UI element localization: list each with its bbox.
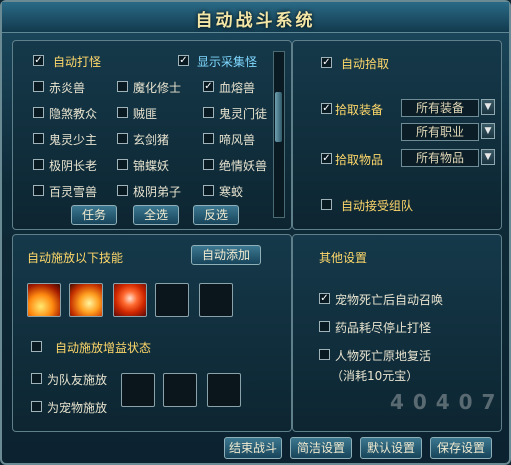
- monster-checkbox[interactable]: [117, 159, 128, 170]
- skill-slot-2[interactable]: [69, 283, 103, 317]
- end-fight-button[interactable]: 结束战斗: [224, 437, 282, 459]
- save-settings-button[interactable]: 保存设置: [430, 437, 492, 459]
- equip-dropdown[interactable]: 所有装备: [401, 99, 479, 117]
- stop-fight-checkbox[interactable]: [319, 321, 330, 332]
- monster-checkbox[interactable]: [117, 133, 128, 144]
- other-heading: 其他设置: [319, 251, 368, 265]
- monster-checkbox[interactable]: [33, 185, 44, 196]
- monster-checkbox[interactable]: [117, 81, 128, 92]
- buff-slot-1[interactable]: [121, 373, 155, 407]
- monster-label: 鬼灵少主: [49, 133, 98, 147]
- job-dropdown-arrow[interactable]: ▼: [481, 123, 495, 139]
- monster-checkbox[interactable]: [33, 159, 44, 170]
- invert-select-button[interactable]: 反选: [193, 205, 239, 225]
- for-team-label: 为队友施放: [47, 373, 108, 387]
- monster-label: 贼匪: [133, 107, 158, 121]
- auto-battle-window: 自动战斗系统 自动打怪 显示采集怪 赤炎兽 魔化修士 血熔兽隐煞教众 贼匪 鬼灵门徒鬼灵…: [0, 0, 511, 465]
- monster-label: 血熔兽: [219, 81, 256, 95]
- monster-checkbox[interactable]: [203, 185, 214, 196]
- monster-label: 极阴弟子: [133, 185, 182, 199]
- select-all-button[interactable]: 全选: [133, 205, 179, 225]
- monster-label: 玄剑猪: [133, 133, 170, 147]
- monster-label: 绝情妖兽: [219, 159, 268, 173]
- skill-panel: 自动施放以下技能 自动添加 自动施放增益状态 为队友施放 为宠物施放: [12, 234, 292, 432]
- monster-label: 赤炎兽: [49, 81, 86, 95]
- items-dropdown-arrow[interactable]: ▼: [481, 149, 495, 165]
- monster-checkbox[interactable]: [33, 133, 44, 144]
- monster-checkbox[interactable]: [33, 81, 44, 92]
- skill-slot-5[interactable]: [199, 283, 233, 317]
- buff-slot-2[interactable]: [163, 373, 197, 407]
- items-dropdown[interactable]: 所有物品: [401, 149, 479, 167]
- auto-pick-checkbox[interactable]: [321, 57, 332, 68]
- monster-scrollbar[interactable]: [273, 51, 285, 218]
- monster-checkbox[interactable]: [203, 107, 214, 118]
- pet-summon-checkbox[interactable]: [319, 293, 330, 304]
- skill-slot-1[interactable]: [27, 283, 61, 317]
- monster-checkbox[interactable]: [117, 185, 128, 196]
- auto-add-button[interactable]: 自动添加: [191, 245, 261, 265]
- buff-state-checkbox[interactable]: [31, 341, 42, 352]
- simple-settings-button[interactable]: 简洁设置: [290, 437, 352, 459]
- equip-dropdown-arrow[interactable]: ▼: [481, 99, 495, 115]
- stop-fight-label: 药品耗尽停止打怪: [335, 321, 432, 335]
- show-gather-checkbox[interactable]: [178, 55, 189, 66]
- auto-team-label: 自动接受组队: [341, 199, 414, 213]
- default-settings-button[interactable]: 默认设置: [360, 437, 422, 459]
- for-team-checkbox[interactable]: [31, 373, 42, 384]
- skill-slot-3[interactable]: [113, 283, 147, 317]
- for-pet-label: 为宠物施放: [47, 401, 108, 415]
- monster-panel: 自动打怪 显示采集怪 赤炎兽 魔化修士 血熔兽隐煞教众 贼匪 鬼灵门徒鬼灵少主 玄剑猪 啼风…: [12, 40, 292, 230]
- for-pet-checkbox[interactable]: [31, 401, 42, 412]
- pickup-panel: 自动拾取 拾取装备 所有装备 ▼ 所有职业 ▼ 拾取物品 所有物品 ▼ 自动接受…: [292, 40, 502, 230]
- skill-slot-4[interactable]: [155, 283, 189, 317]
- auto-pick-label: 自动拾取: [341, 57, 390, 71]
- monster-label: 隐煞教众: [49, 107, 98, 121]
- pet-summon-label: 宠物死亡后自动召唤: [335, 293, 444, 307]
- buff-slot-3[interactable]: [207, 373, 241, 407]
- skill-heading: 自动施放以下技能: [27, 251, 124, 265]
- auto-team-checkbox[interactable]: [321, 199, 332, 210]
- monster-checkbox[interactable]: [203, 81, 214, 92]
- buff-state-label: 自动施放增益状态: [55, 341, 152, 355]
- revive-checkbox[interactable]: [319, 349, 330, 360]
- revive-cost: （消耗10元宝）: [331, 369, 419, 383]
- select-task-button[interactable]: 任务: [71, 205, 117, 225]
- scrollbar-thumb[interactable]: [275, 92, 282, 142]
- pick-equip-label: 拾取装备: [335, 103, 384, 117]
- monster-label: 魔化修士: [133, 81, 182, 95]
- monster-label: 极阴长老: [49, 159, 98, 173]
- job-dropdown[interactable]: 所有职业: [401, 123, 479, 141]
- pick-items-label: 拾取物品: [335, 153, 384, 167]
- show-gather-label: 显示采集怪: [197, 55, 258, 69]
- monster-label: 锦蝶妖: [133, 159, 170, 173]
- pick-items-checkbox[interactable]: [321, 153, 332, 164]
- monster-label: 寒蛟: [219, 185, 244, 199]
- monster-checkbox[interactable]: [33, 107, 44, 118]
- monster-label: 百灵雪兽: [49, 185, 98, 199]
- watermark: 4 0 4 0 7: [390, 390, 497, 414]
- auto-fight-checkbox[interactable]: [33, 55, 44, 66]
- pick-equip-checkbox[interactable]: [321, 103, 332, 114]
- monster-checkbox[interactable]: [203, 133, 214, 144]
- monster-label: 啼风兽: [219, 133, 256, 147]
- revive-label: 人物死亡原地复活: [335, 349, 432, 363]
- title-bar: 自动战斗系统: [2, 2, 509, 33]
- monster-checkbox[interactable]: [203, 159, 214, 170]
- auto-fight-label: 自动打怪: [53, 55, 102, 69]
- monster-checkbox[interactable]: [117, 107, 128, 118]
- window-title: 自动战斗系统: [195, 11, 316, 31]
- monster-label: 鬼灵门徒: [219, 107, 268, 121]
